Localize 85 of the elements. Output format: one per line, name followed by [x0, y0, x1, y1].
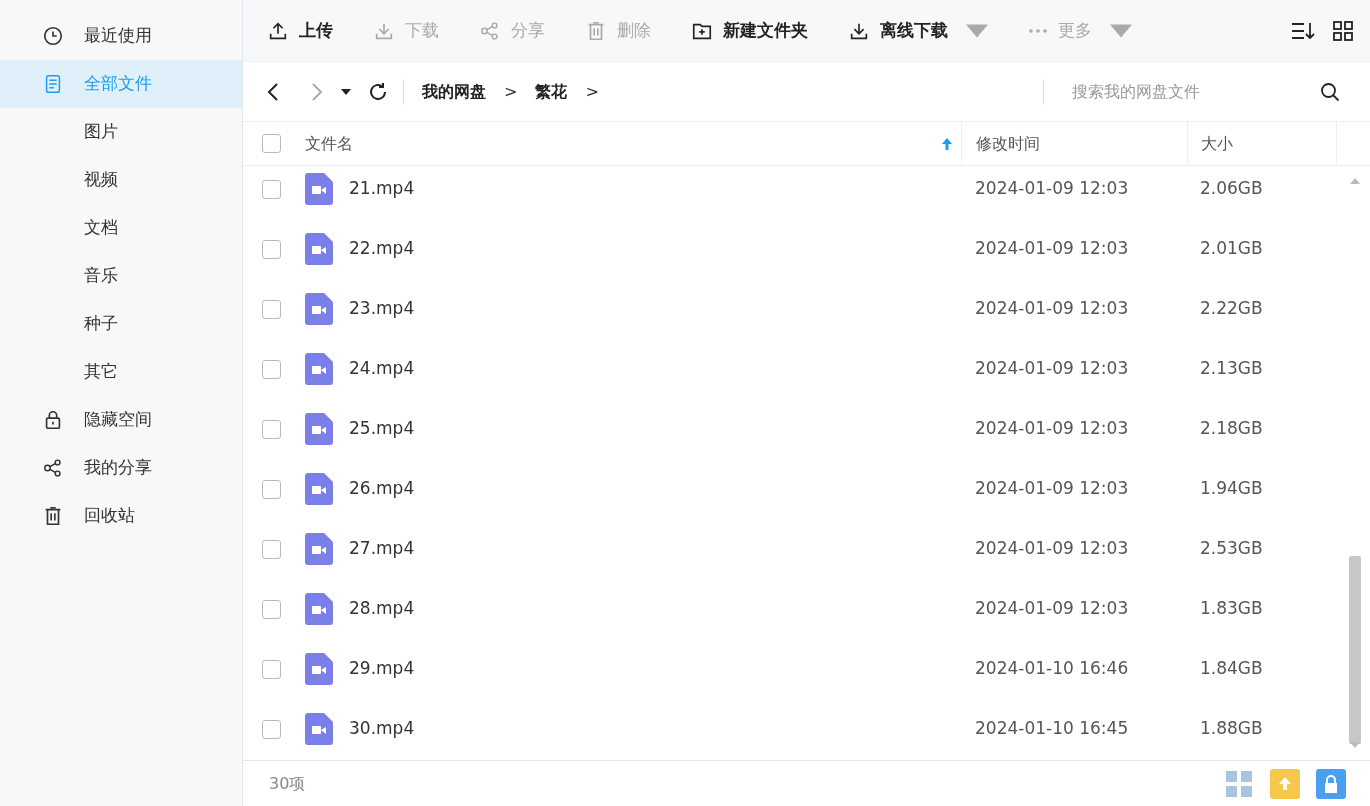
clock-icon [42, 25, 64, 47]
file-size: 2.53GB [1199, 537, 1264, 561]
column-header[interactable]: 修改时间 [976, 131, 1187, 156]
file-name[interactable]: 21.mp4 [349, 176, 415, 202]
breadcrumb-link[interactable]: 我的网盘 [422, 79, 486, 104]
modified-time: 2024-01-09 12:03 [974, 177, 1130, 201]
toolbar-button[interactable]: 上传 [267, 17, 333, 44]
video-file-icon [305, 713, 333, 745]
modified-time: 2024-01-10 16:45 [974, 717, 1130, 741]
file-size: 2.18GB [1199, 417, 1264, 441]
file-name[interactable]: 24.mp4 [349, 356, 415, 382]
file-name[interactable]: 22.mp4 [349, 236, 415, 262]
file-size: 2.13GB [1199, 357, 1264, 381]
breadcrumb-separator: > [585, 80, 599, 103]
toolbar-button[interactable]: 离线下载 [848, 17, 988, 44]
select-all-checkbox[interactable] [262, 134, 281, 153]
file-size: 1.94GB [1199, 477, 1264, 501]
file-name[interactable]: 23.mp4 [349, 296, 415, 322]
modified-time: 2024-01-09 12:03 [974, 237, 1130, 261]
modified-time: 2024-01-09 12:03 [974, 597, 1130, 621]
video-file-icon [305, 413, 333, 445]
sidebar-item[interactable]: 音乐 [0, 252, 242, 300]
video-file-icon [305, 293, 333, 325]
sidebar-item[interactable]: 视频 [0, 156, 242, 204]
modified-time: 2024-01-09 12:03 [974, 477, 1130, 501]
row-checkbox[interactable] [262, 419, 281, 439]
search-icon[interactable] [1320, 81, 1340, 102]
file-name[interactable]: 28.mp4 [349, 596, 415, 622]
grid-view-icon[interactable] [1332, 19, 1354, 42]
grid-icon[interactable] [1224, 768, 1254, 799]
row-checkbox[interactable] [262, 359, 281, 379]
row-checkbox[interactable] [262, 179, 281, 199]
sidebar-item[interactable]: 种子 [0, 300, 242, 348]
file-size: 2.01GB [1199, 237, 1264, 261]
sidebar-item[interactable]: 我的分享 [0, 444, 242, 492]
item-count: 30项 [269, 772, 306, 795]
file-size: 1.83GB [1199, 597, 1264, 621]
refresh-button[interactable] [367, 80, 389, 103]
more-icon [1028, 27, 1048, 34]
history-dropdown[interactable] [341, 88, 351, 95]
column-header[interactable]: 文件名 [305, 131, 961, 156]
file-size: 2.22GB [1199, 297, 1264, 321]
file-name[interactable]: 26.mp4 [349, 476, 415, 502]
video-file-icon [305, 173, 333, 205]
modified-time: 2024-01-09 12:03 [974, 297, 1130, 321]
sort-arrow-icon[interactable] [941, 136, 953, 151]
row-checkbox[interactable] [262, 299, 281, 319]
file-name[interactable]: 27.mp4 [349, 536, 415, 562]
sidebar-item[interactable]: 图片 [0, 108, 242, 156]
row-checkbox[interactable] [262, 479, 281, 499]
toolbar-button[interactable]: 新建文件夹 [691, 17, 808, 44]
file-size: 1.88GB [1199, 717, 1264, 741]
sidebar-item[interactable]: 文档 [0, 204, 242, 252]
video-file-icon [305, 533, 333, 565]
modified-time: 2024-01-09 12:03 [974, 417, 1130, 441]
video-file-icon [305, 593, 333, 625]
row-checkbox[interactable] [262, 659, 281, 679]
search-field[interactable]: 搜索我的网盘文件 [1070, 78, 1320, 105]
file-name[interactable]: 25.mp4 [349, 416, 415, 442]
row-checkbox[interactable] [262, 719, 281, 739]
modified-time: 2024-01-09 12:03 [974, 537, 1130, 561]
share-icon [42, 457, 64, 479]
file-name[interactable]: 30.mp4 [349, 716, 415, 742]
upload-icon[interactable] [1270, 768, 1300, 799]
sidebar-item[interactable]: 最近使用 [0, 12, 242, 60]
video-file-icon [305, 353, 333, 385]
row-checkbox[interactable] [262, 239, 281, 259]
sidebar-item[interactable]: 回收站 [0, 492, 242, 540]
row-checkbox[interactable] [262, 599, 281, 619]
video-file-icon [305, 473, 333, 505]
share-icon [479, 19, 501, 42]
video-file-icon [305, 653, 333, 685]
video-file-icon [305, 233, 333, 265]
file-size: 1.84GB [1199, 657, 1264, 681]
column-header[interactable]: 大小 [1201, 131, 1336, 156]
file-name[interactable]: 29.mp4 [349, 656, 415, 682]
modified-time: 2024-01-09 12:03 [974, 357, 1130, 381]
sidebar-item[interactable]: 隐藏空间 [0, 396, 242, 444]
file-size: 2.06GB [1199, 177, 1264, 201]
breadcrumb-link[interactable]: 繁花 [535, 79, 568, 104]
sidebar-item[interactable]: 其它 [0, 348, 242, 396]
modified-time: 2024-01-10 16:46 [974, 657, 1130, 681]
lock-icon[interactable] [1316, 768, 1346, 799]
breadcrumb-separator: > [504, 80, 518, 103]
row-checkbox[interactable] [262, 539, 281, 559]
